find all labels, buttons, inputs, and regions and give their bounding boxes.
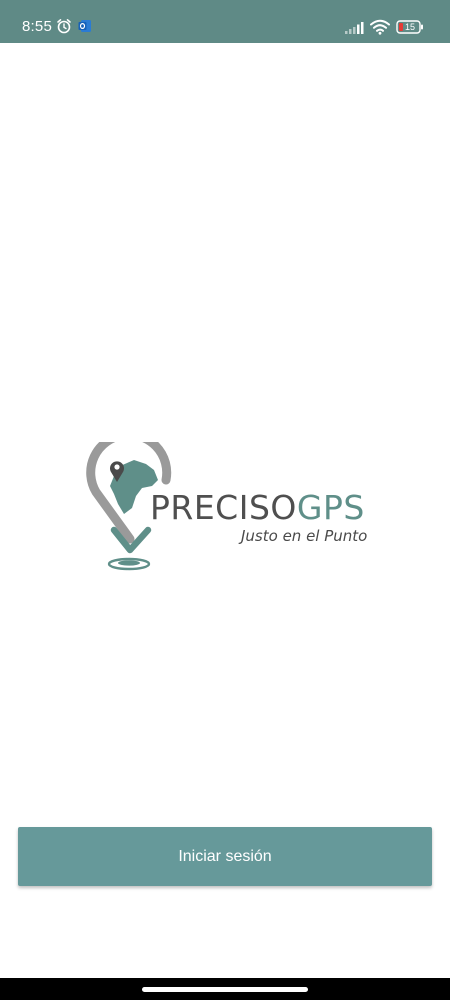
logo-word-gps: GPS bbox=[296, 488, 365, 527]
battery-level: 15 bbox=[404, 22, 415, 32]
login-button[interactable]: Iniciar sesión bbox=[18, 827, 432, 886]
logo-wordmark: PRECISOGPS bbox=[150, 490, 365, 526]
outlook-icon bbox=[78, 20, 91, 32]
status-time: 8:55 bbox=[22, 18, 52, 35]
ripple-inner bbox=[118, 560, 140, 566]
alarm-icon bbox=[57, 19, 71, 34]
home-indicator[interactable] bbox=[142, 987, 308, 992]
navigation-bar bbox=[0, 978, 450, 1000]
logo-tagline: Justo en el Punto bbox=[241, 527, 368, 545]
wifi-icon bbox=[370, 19, 390, 35]
logo-word-preciso: PRECISO bbox=[150, 488, 297, 527]
signal-icon bbox=[345, 22, 364, 34]
app-screen: 8:55 15 PRECISOGPS Justo en el Punto Ini… bbox=[0, 0, 450, 1000]
status-bar: 8:55 15 bbox=[0, 0, 450, 43]
